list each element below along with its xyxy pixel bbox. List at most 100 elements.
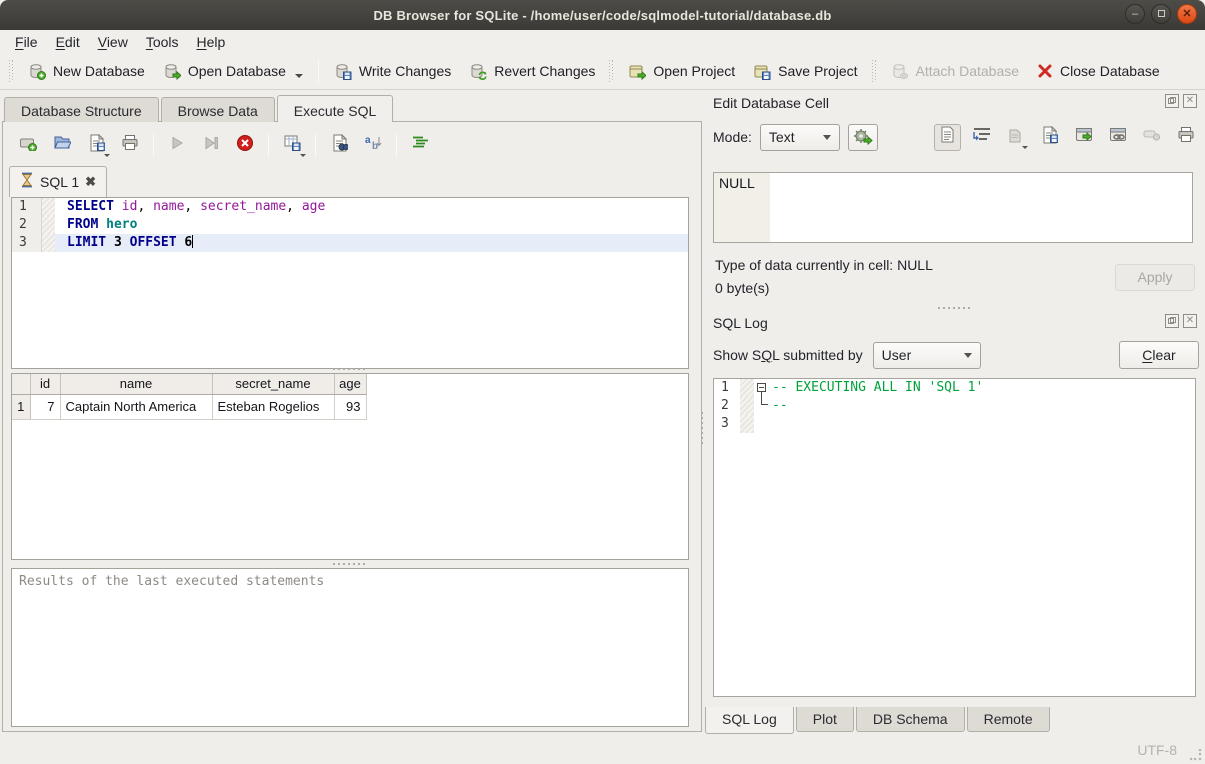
right-dock-area: Edit Database Cell ✕ Mode: Text NULL Typ… bbox=[703, 90, 1205, 735]
open-project-button[interactable]: Open Project bbox=[619, 58, 744, 85]
menu-item-help[interactable]: Help bbox=[188, 32, 235, 52]
link-cell-icon bbox=[1109, 127, 1127, 148]
editor-line[interactable]: 3LIMIT 3 OFFSET 6 bbox=[12, 234, 688, 252]
editor-code: FROM hero bbox=[55, 216, 688, 234]
close-dock-icon[interactable]: ✕ bbox=[1183, 94, 1197, 108]
save-results-button[interactable] bbox=[277, 131, 307, 159]
row-header[interactable]: 1 bbox=[12, 394, 30, 419]
new-sql-tab-button[interactable] bbox=[13, 131, 43, 159]
grid-cell[interactable]: Esteban Rogelios bbox=[212, 394, 334, 419]
menu-item-file[interactable]: File bbox=[6, 32, 47, 52]
apply-mode-button[interactable] bbox=[848, 124, 878, 151]
edit-cell-dock-header[interactable]: Edit Database Cell ✕ bbox=[703, 92, 1205, 114]
tab-sql-1[interactable]: SQL 1 ✖ bbox=[9, 166, 107, 197]
toolbar-separator bbox=[153, 134, 154, 156]
editor-results-splitter[interactable] bbox=[11, 365, 689, 372]
save-sql-file-button[interactable] bbox=[81, 131, 111, 159]
results-message[interactable]: Results of the last executed statements bbox=[11, 568, 689, 727]
grid-cell[interactable]: Captain North America bbox=[60, 394, 212, 419]
chevron-down-icon[interactable] bbox=[1022, 146, 1028, 149]
clear-button[interactable]: Clear bbox=[1119, 341, 1199, 369]
column-header-secret_name[interactable]: secret_name bbox=[212, 374, 334, 394]
write-changes-button[interactable]: Write Changes bbox=[325, 58, 460, 85]
show-sql-label: Show SQL submitted by bbox=[713, 347, 863, 363]
bottom-tab-remote[interactable]: Remote bbox=[967, 707, 1050, 732]
apply-button[interactable]: Apply bbox=[1115, 264, 1195, 291]
float-icon[interactable] bbox=[1165, 314, 1179, 328]
open-external-button[interactable] bbox=[1070, 124, 1097, 151]
toolbar-handle[interactable] bbox=[872, 60, 877, 82]
execute-all-icon bbox=[170, 136, 184, 155]
minimize-icon[interactable]: – bbox=[1125, 4, 1145, 24]
open-database-button[interactable]: Open Database bbox=[154, 58, 312, 85]
find-button[interactable] bbox=[324, 131, 354, 159]
close-icon[interactable]: ✕ bbox=[1177, 4, 1197, 24]
toolbar-button-label: Write Changes bbox=[359, 63, 451, 79]
word-case-button[interactable]: ab bbox=[358, 131, 388, 159]
sql-editor[interactable]: 1SELECT id, name, secret_name, age2FROM … bbox=[11, 197, 689, 369]
save-project-button[interactable]: Save Project bbox=[744, 58, 866, 85]
tab-browse-data[interactable]: Browse Data bbox=[161, 97, 275, 122]
titlebar[interactable]: DB Browser for SQLite - /home/user/code/… bbox=[0, 0, 1205, 30]
grid-corner-header[interactable] bbox=[12, 374, 30, 394]
link-cell-button[interactable] bbox=[1104, 124, 1131, 151]
column-header-age[interactable]: age bbox=[334, 374, 366, 394]
submitted-by-combobox[interactable]: User bbox=[873, 342, 981, 369]
editor-line[interactable]: 1SELECT id, name, secret_name, age bbox=[12, 198, 688, 216]
grid-cell[interactable]: 7 bbox=[30, 394, 60, 419]
close-tab-icon[interactable]: ✖ bbox=[85, 174, 96, 190]
revert-changes-button[interactable]: Revert Changes bbox=[460, 58, 604, 85]
bottom-tab-sql-log[interactable]: SQL Log bbox=[705, 707, 794, 734]
grid-cell[interactable]: 93 bbox=[334, 394, 366, 419]
dock-splitter[interactable] bbox=[713, 304, 1196, 311]
format-sql-button[interactable] bbox=[405, 131, 435, 159]
line-number: 3 bbox=[714, 415, 740, 433]
open-sql-file-button[interactable] bbox=[47, 131, 77, 159]
fold-margin bbox=[740, 397, 754, 415]
print-button[interactable] bbox=[115, 131, 145, 159]
maximize-icon[interactable] bbox=[1151, 4, 1171, 24]
tree-margin bbox=[754, 397, 772, 415]
toolbar-button-label: Open Project bbox=[653, 63, 735, 79]
close-database-button[interactable]: Close Database bbox=[1028, 58, 1169, 84]
toolbar-handle[interactable] bbox=[609, 60, 614, 82]
sql-log-view[interactable]: 1-- EXECUTING ALL IN 'SQL 1'2--3 bbox=[713, 378, 1196, 697]
open-project-icon bbox=[628, 63, 646, 80]
cell-value-editor[interactable]: NULL bbox=[713, 172, 1193, 243]
chevron-down-icon[interactable] bbox=[295, 74, 303, 78]
pane-splitter[interactable] bbox=[701, 410, 703, 444]
attach-database-icon bbox=[891, 63, 909, 80]
sql-log-dock-header[interactable]: SQL Log ✕ bbox=[703, 312, 1205, 334]
import-cell-button[interactable] bbox=[1036, 124, 1063, 151]
bottom-tab-db-schema[interactable]: DB Schema bbox=[856, 707, 965, 732]
chevron-down-icon[interactable] bbox=[300, 154, 306, 157]
close-dock-icon[interactable]: ✕ bbox=[1183, 314, 1197, 328]
open-database-icon bbox=[163, 63, 181, 80]
new-database-button[interactable]: New Database bbox=[19, 58, 154, 85]
column-header-name[interactable]: name bbox=[60, 374, 212, 394]
chevron-down-icon[interactable] bbox=[104, 154, 110, 157]
menu-item-view[interactable]: View bbox=[89, 32, 137, 52]
float-icon[interactable] bbox=[1165, 94, 1179, 108]
toolbar-handle[interactable] bbox=[9, 60, 14, 82]
tab-execute-sql[interactable]: Execute SQL bbox=[277, 95, 394, 122]
editor-code: SELECT id, name, secret_name, age bbox=[55, 198, 688, 216]
menu-item-edit[interactable]: Edit bbox=[47, 32, 89, 52]
encoding-indicator[interactable]: UTF-8 bbox=[1137, 742, 1177, 758]
print-cell-button[interactable] bbox=[1172, 124, 1199, 151]
bottom-tab-plot[interactable]: Plot bbox=[796, 707, 854, 732]
cell-editor-icons bbox=[934, 122, 1199, 152]
text-mode-button[interactable] bbox=[934, 124, 961, 151]
tab-database-structure[interactable]: Database Structure bbox=[4, 97, 159, 122]
table-row[interactable]: 17Captain North AmericaEsteban Rogelios9… bbox=[12, 394, 366, 419]
column-header-id[interactable]: id bbox=[30, 374, 60, 394]
mode-combobox[interactable]: Text bbox=[760, 124, 840, 151]
resize-grip[interactable] bbox=[1190, 749, 1202, 761]
editor-line[interactable]: 2FROM hero bbox=[12, 216, 688, 234]
results-grid[interactable]: idnamesecret_nameage17Captain North Amer… bbox=[11, 373, 689, 560]
stop-execution-button[interactable] bbox=[230, 131, 260, 159]
word-wrap-button[interactable] bbox=[968, 124, 995, 151]
menu-item-tools[interactable]: Tools bbox=[137, 32, 188, 52]
sql-log-title: SQL Log bbox=[713, 315, 768, 331]
results-message-splitter[interactable] bbox=[11, 560, 689, 567]
